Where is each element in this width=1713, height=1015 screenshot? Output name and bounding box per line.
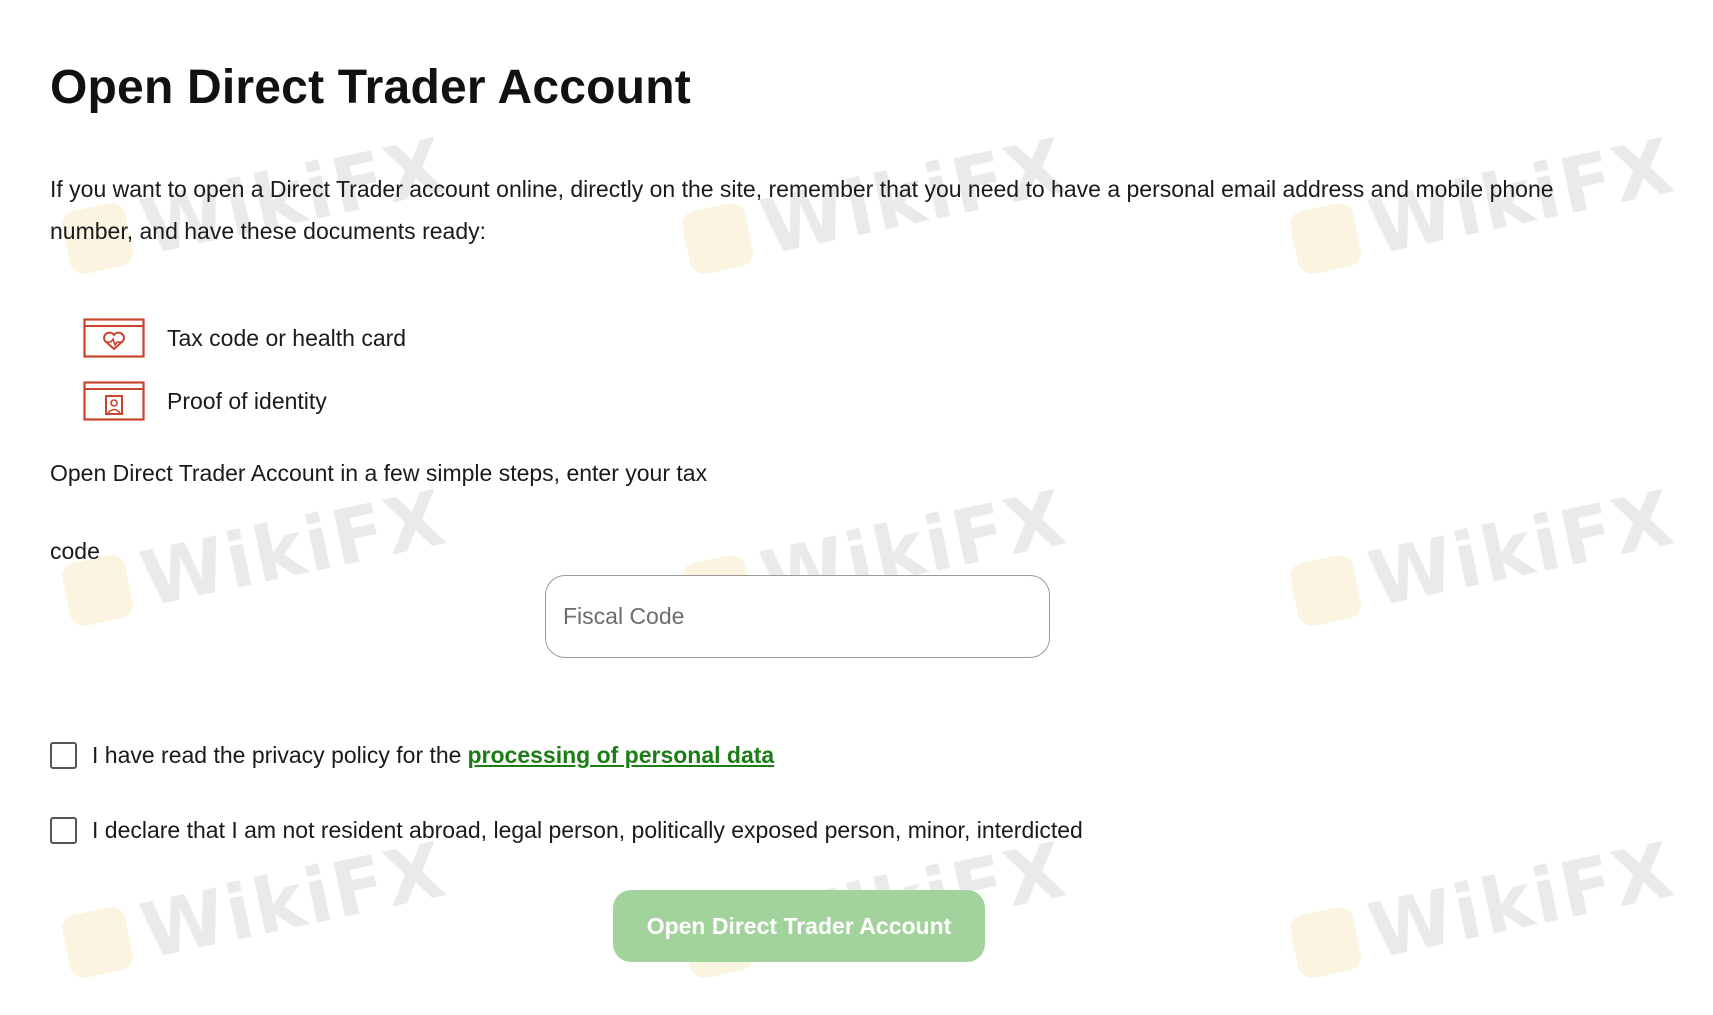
steps-text: Open Direct Trader Account in a few simp… [50,460,708,486]
watermark-text: WikiFX [133,472,455,625]
required-documents-list: Tax code or health card Proof of identit… [83,318,406,444]
health-card-icon [83,318,145,358]
personal-data-policy-link[interactable]: processing of personal data [467,742,774,769]
steps-text-continued: code [50,538,100,564]
watermark: WikiFX [1285,473,1682,641]
document-label: Proof of identity [167,387,327,414]
watermark: WikiFX [57,825,454,993]
document-item: Tax code or health card [83,318,406,358]
watermark-text: WikiFX [1361,472,1683,625]
declaration-row[interactable]: I declare that I am not resident abroad,… [50,817,1083,844]
declaration-label: I declare that I am not resident abroad,… [92,817,1083,843]
fiscal-code-input[interactable] [545,575,1050,658]
watermark-logo-icon [1287,904,1364,981]
page-title: Open Direct Trader Account [50,61,691,114]
watermark-logo-icon [59,904,136,981]
document-label: Tax code or health card [167,324,407,351]
privacy-consent-label: I have read the privacy policy for the [92,742,462,768]
watermark: WikiFX [1285,825,1682,993]
id-card-icon [83,381,145,421]
intro-text: If you want to open a Direct Trader acco… [50,176,1554,244]
watermark-text: WikiFX [133,824,455,977]
privacy-consent-row[interactable]: I have read the privacy policy for the p… [50,742,774,769]
privacy-checkbox[interactable] [50,742,77,769]
declaration-checkbox[interactable] [50,817,77,844]
watermark-logo-icon [1287,552,1364,629]
watermark: WikiFX [57,473,454,641]
watermark-text: WikiFX [1361,824,1683,977]
open-account-button[interactable]: Open Direct Trader Account [613,890,985,962]
document-item: Proof of identity [83,381,406,421]
